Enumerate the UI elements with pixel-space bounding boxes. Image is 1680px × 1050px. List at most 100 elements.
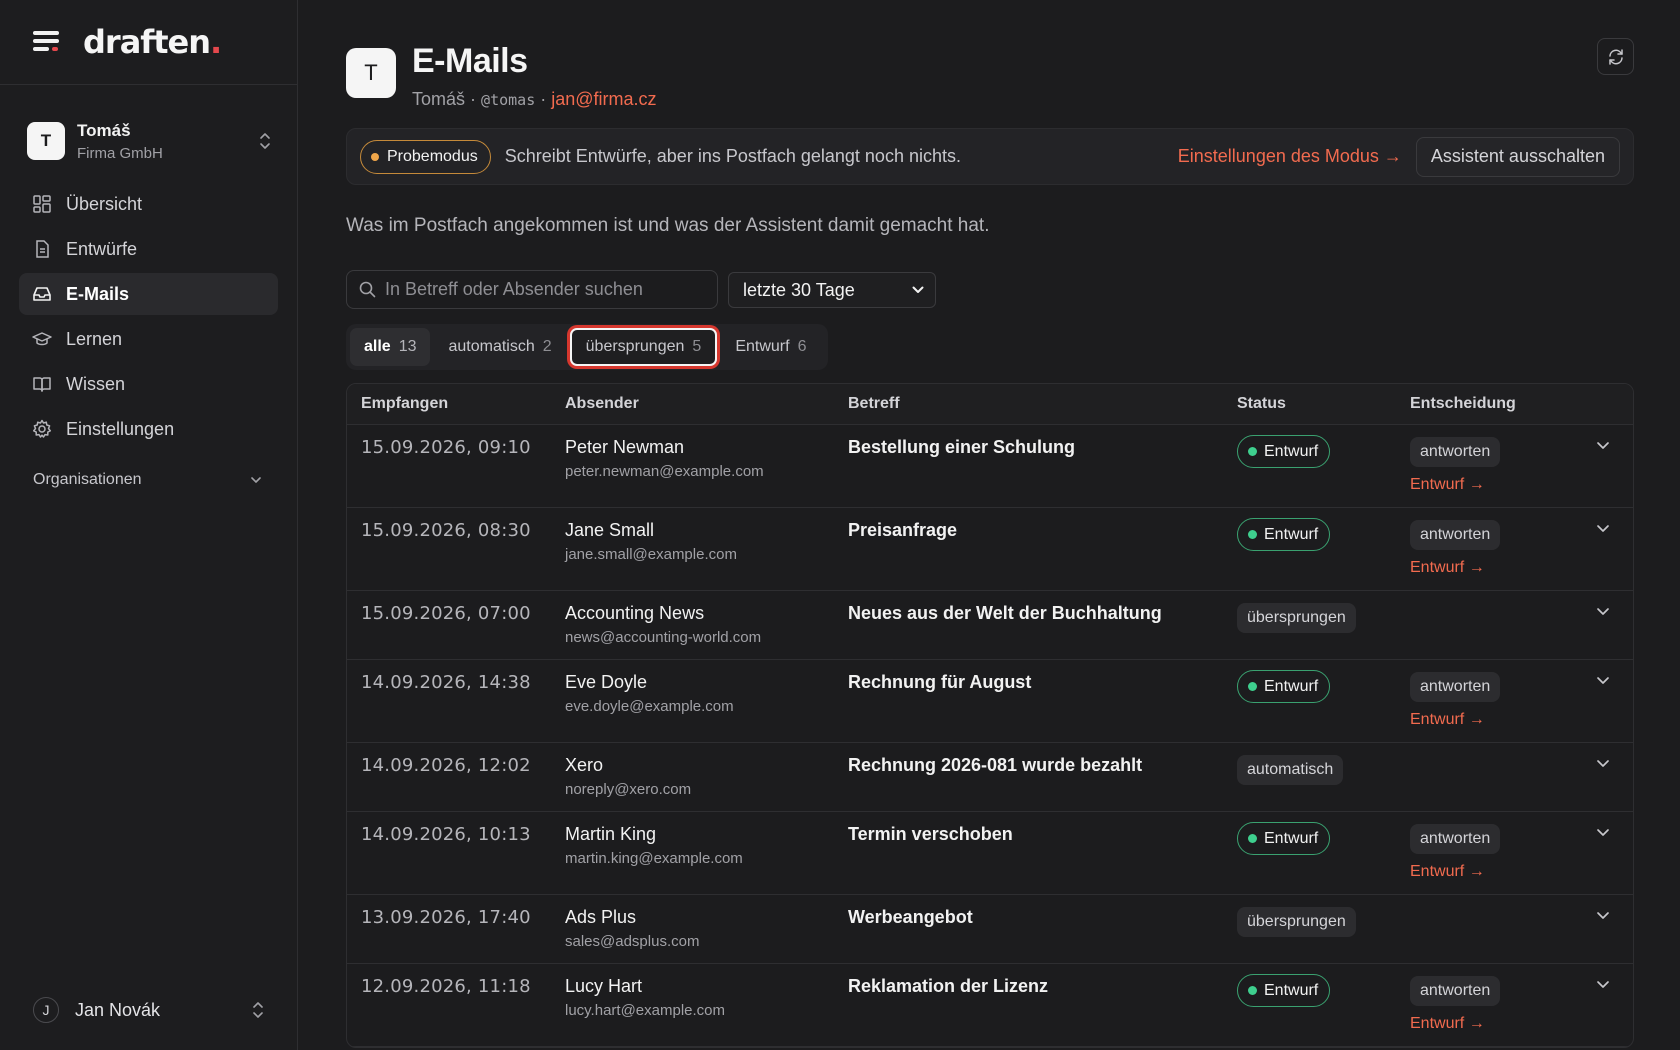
- chevron-down-icon[interactable]: [1595, 603, 1611, 619]
- sidebar-item-label: Wissen: [66, 373, 126, 394]
- email-subject: Neues aus der Welt der Buchhaltung: [848, 603, 1162, 623]
- chevron-updown-icon: [253, 1002, 263, 1018]
- org-avatar: T: [27, 122, 65, 160]
- sidebar-item-label: E-Mails: [66, 283, 130, 304]
- emails-table: Empfangen Absender Betreff Status Entsch…: [346, 383, 1634, 1048]
- email-subject: Werbeangebot: [848, 907, 973, 927]
- table-row[interactable]: 14.09.2026, 10:13 Martin King martin.king…: [347, 812, 1633, 895]
- filter-bar: letzte 30 Tage: [346, 270, 1634, 309]
- decision-tag: antworten: [1410, 976, 1501, 1006]
- page-description: Was im Postfach angekommen ist und was d…: [346, 215, 990, 236]
- organizations-label: Organisationen: [33, 471, 142, 488]
- column-header-subject: Betreff: [848, 395, 900, 412]
- decision-tag: antworten: [1410, 824, 1501, 854]
- sender-email: peter.newman@example.com: [565, 463, 764, 480]
- mode-settings-link[interactable]: Einstellungen des Modus →: [1178, 146, 1402, 167]
- sidebar-item-knowledge[interactable]: Wissen: [19, 363, 278, 405]
- chevron-down-icon[interactable]: [1595, 520, 1611, 536]
- draft-link[interactable]: Entwurf →: [1410, 476, 1570, 494]
- trial-mode-banner: Probemodus Schreibt Entwürfe, aber ins P…: [346, 128, 1634, 185]
- sidebar-header: draften.: [0, 0, 297, 85]
- table-row[interactable]: 15.09.2026, 09:10 Peter Newman peter.newm…: [347, 425, 1633, 508]
- table-row[interactable]: 15.09.2026, 08:30 Jane Small jane.small@e…: [347, 508, 1633, 591]
- decision-tag: antworten: [1410, 672, 1501, 702]
- account-email-link[interactable]: jan@firma.cz: [551, 89, 656, 109]
- sender-email: eve.doyle@example.com: [565, 698, 734, 715]
- sidebar-item-drafts[interactable]: Entwürfe: [19, 228, 278, 270]
- received-date: 14.09.2026, 14:38: [361, 672, 531, 693]
- draft-link[interactable]: Entwurf →: [1410, 863, 1570, 881]
- table-row[interactable]: 14.09.2026, 14:38 Eve Doyle eve.doyle@exa…: [347, 660, 1633, 743]
- chevron-down-icon[interactable]: [1595, 672, 1611, 688]
- tab-draft[interactable]: Entwurf 6: [721, 328, 820, 366]
- column-header-decision: Entscheidung: [1410, 395, 1516, 412]
- sender-email: noreply@xero.com: [565, 781, 692, 798]
- sidebar-nav: Übersicht Entwürfe E-Mails Lernen Wissen…: [0, 183, 297, 450]
- user-menu[interactable]: J Jan Novák: [33, 990, 265, 1030]
- organizations-section-toggle[interactable]: Organisationen: [0, 460, 297, 500]
- chevron-down-icon[interactable]: [1595, 907, 1611, 923]
- column-header-status: Status: [1237, 395, 1286, 412]
- email-subject: Bestellung einer Schulung: [848, 437, 1076, 457]
- status-badge: Entwurf: [1237, 670, 1331, 703]
- chevron-down-icon[interactable]: [1595, 437, 1611, 453]
- sidebar-item-overview[interactable]: Übersicht: [19, 183, 278, 225]
- status-badge: übersprungen: [1237, 907, 1356, 937]
- trial-mode-badge: Probemodus: [360, 139, 491, 174]
- chevron-down-icon[interactable]: [1595, 755, 1611, 771]
- received-date: 12.09.2026, 11:18: [361, 976, 531, 997]
- draft-link[interactable]: Entwurf →: [1410, 1015, 1570, 1033]
- sender-email: martin.king@example.com: [565, 850, 743, 867]
- sidebar-item-label: Einstellungen: [66, 418, 175, 439]
- status-dot: [371, 152, 379, 161]
- search-icon: [359, 281, 376, 298]
- email-subject: Preisanfrage: [848, 520, 958, 540]
- inbox-icon: [33, 287, 51, 301]
- status-filter-tabs: alle 13 automatisch 2 übersprungen 5 Entwur…: [346, 324, 829, 370]
- sidebar: draften. T Tomáš Firma GmbH Übersicht En…: [0, 0, 298, 1050]
- sidebar-item-learn[interactable]: Lernen: [19, 318, 278, 360]
- sender-name: Ads Plus: [565, 907, 637, 927]
- graduation-cap-icon: [32, 332, 52, 346]
- org-name: Tomáš: [77, 120, 131, 140]
- received-date: 15.09.2026, 07:00: [361, 603, 531, 624]
- table-row[interactable]: 15.09.2026, 07:00 Accounting News news@ac…: [347, 591, 1633, 660]
- received-date: 14.09.2026, 10:13: [361, 824, 531, 845]
- received-date: 15.09.2026, 08:30: [361, 520, 531, 541]
- period-select[interactable]: letzte 30 Tage: [728, 272, 936, 308]
- status-badge: Entwurf: [1237, 518, 1331, 551]
- table-row[interactable]: 12.09.2026, 11:18 Lucy Hart lucy.hart@exa…: [347, 964, 1633, 1047]
- chevron-updown-icon: [260, 133, 270, 149]
- menu-icon[interactable]: [33, 31, 61, 53]
- decision-tag: antworten: [1410, 520, 1501, 550]
- org-company: Firma GmbH: [77, 144, 163, 162]
- received-date: 15.09.2026, 09:10: [361, 437, 531, 458]
- sidebar-item-settings[interactable]: Einstellungen: [19, 408, 278, 450]
- tab-automatic[interactable]: automatisch 2: [434, 328, 565, 366]
- period-select-value: letzte 30 Tage: [743, 279, 855, 300]
- main-content: T E-Mails Tomáš · @tomas · jan@firma.cz …: [346, 0, 1634, 1050]
- refresh-button[interactable]: [1597, 38, 1634, 75]
- search-box[interactable]: [346, 270, 718, 309]
- chevron-down-icon[interactable]: [1595, 824, 1611, 840]
- sidebar-item-emails[interactable]: E-Mails: [19, 273, 278, 315]
- status-badge: übersprungen: [1237, 603, 1356, 633]
- sender-name: Martin King: [565, 824, 657, 844]
- email-subject: Rechnung für August: [848, 672, 1032, 692]
- disable-assistant-button[interactable]: Assistent ausschalten: [1415, 136, 1620, 177]
- column-header-received: Empfangen: [361, 395, 449, 412]
- draft-link[interactable]: Entwurf →: [1410, 559, 1570, 577]
- org-switcher[interactable]: T Tomáš Firma GmbH: [27, 115, 272, 167]
- gear-icon: [32, 419, 52, 438]
- sender-email: jane.small@example.com: [565, 546, 737, 563]
- search-input[interactable]: [385, 279, 717, 300]
- tab-all[interactable]: alle 13: [350, 328, 431, 366]
- draft-link[interactable]: Entwurf →: [1410, 711, 1570, 729]
- app-logo[interactable]: draften.: [83, 23, 222, 61]
- table-row[interactable]: 13.09.2026, 17:40 Ads Plus sales@adsplus.…: [347, 895, 1633, 964]
- user-name: Jan Novák: [75, 999, 161, 1020]
- table-row[interactable]: 14.09.2026, 12:02 Xero noreply@xero.com R…: [347, 743, 1633, 812]
- tab-skipped[interactable]: übersprungen 5: [569, 328, 718, 366]
- chevron-down-icon[interactable]: [1595, 976, 1611, 992]
- sender-email: lucy.hart@example.com: [565, 1002, 726, 1019]
